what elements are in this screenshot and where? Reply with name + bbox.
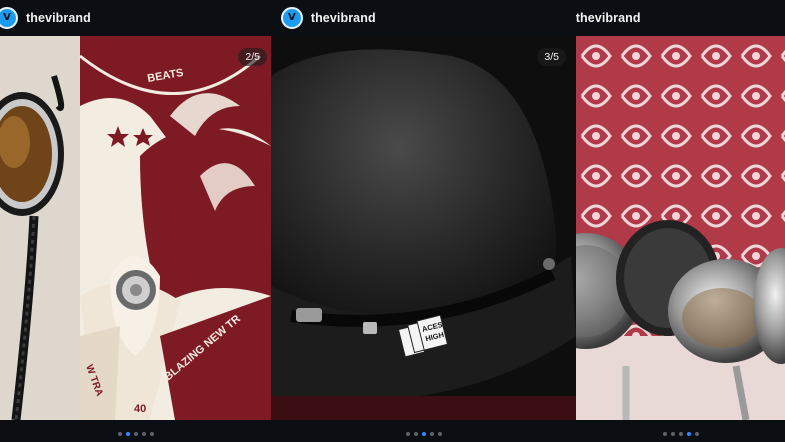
- post-photo-hat[interactable]: ACES HIGH 3/5: [271, 36, 576, 420]
- carousel-dot[interactable]: [429, 432, 434, 436]
- carousel-dot[interactable]: [125, 432, 130, 436]
- bandana-photo: ORK BEATS BLAZING NEW TR W TRA 40: [0, 36, 271, 420]
- carousel-dot[interactable]: [662, 432, 667, 436]
- carousel-dot[interactable]: [678, 432, 683, 436]
- image-counter: 3/5: [537, 48, 566, 66]
- carousel-dot[interactable]: [437, 432, 442, 436]
- print-text: 40: [134, 403, 146, 415]
- carousel-dot[interactable]: [686, 432, 691, 436]
- verified-avatar-icon[interactable]: V: [0, 7, 18, 29]
- post-photo-ladles[interactable]: [576, 36, 785, 420]
- carousel-dot[interactable]: [141, 432, 146, 436]
- post-card-3: ••• V thevibrand: [576, 0, 785, 442]
- username[interactable]: thevibrand: [26, 11, 91, 25]
- post-card-1: V thevibrand ORK BEATS BLAZING NEW TR W …: [0, 0, 271, 442]
- carousel-dot[interactable]: [421, 432, 426, 436]
- carousel-dots: [0, 432, 271, 436]
- carousel-dot[interactable]: [149, 432, 154, 436]
- post-header: ••• V thevibrand: [576, 0, 785, 36]
- carousel-dot[interactable]: [405, 432, 410, 436]
- carousel-dot[interactable]: [133, 432, 138, 436]
- carousel-dots: [271, 432, 576, 436]
- username[interactable]: thevibrand: [576, 11, 641, 25]
- image-counter: 2/5: [238, 48, 267, 66]
- verified-avatar-icon[interactable]: V: [280, 7, 303, 29]
- hat-photo: ACES HIGH: [271, 36, 576, 420]
- ladles-photo: [576, 36, 785, 420]
- carousel-dot[interactable]: [694, 432, 699, 436]
- carousel-dot[interactable]: [413, 432, 418, 436]
- post-header: •• V thevibrand: [271, 0, 576, 36]
- carousel-dots: [576, 432, 785, 436]
- username[interactable]: thevibrand: [311, 11, 376, 25]
- carousel-dot[interactable]: [670, 432, 675, 436]
- post-card-2: •• V thevibrand: [271, 0, 576, 442]
- post-header: V thevibrand: [0, 0, 271, 36]
- post-photo-bandana[interactable]: ORK BEATS BLAZING NEW TR W TRA 40 2/5: [0, 36, 271, 420]
- carousel-dot[interactable]: [117, 432, 122, 436]
